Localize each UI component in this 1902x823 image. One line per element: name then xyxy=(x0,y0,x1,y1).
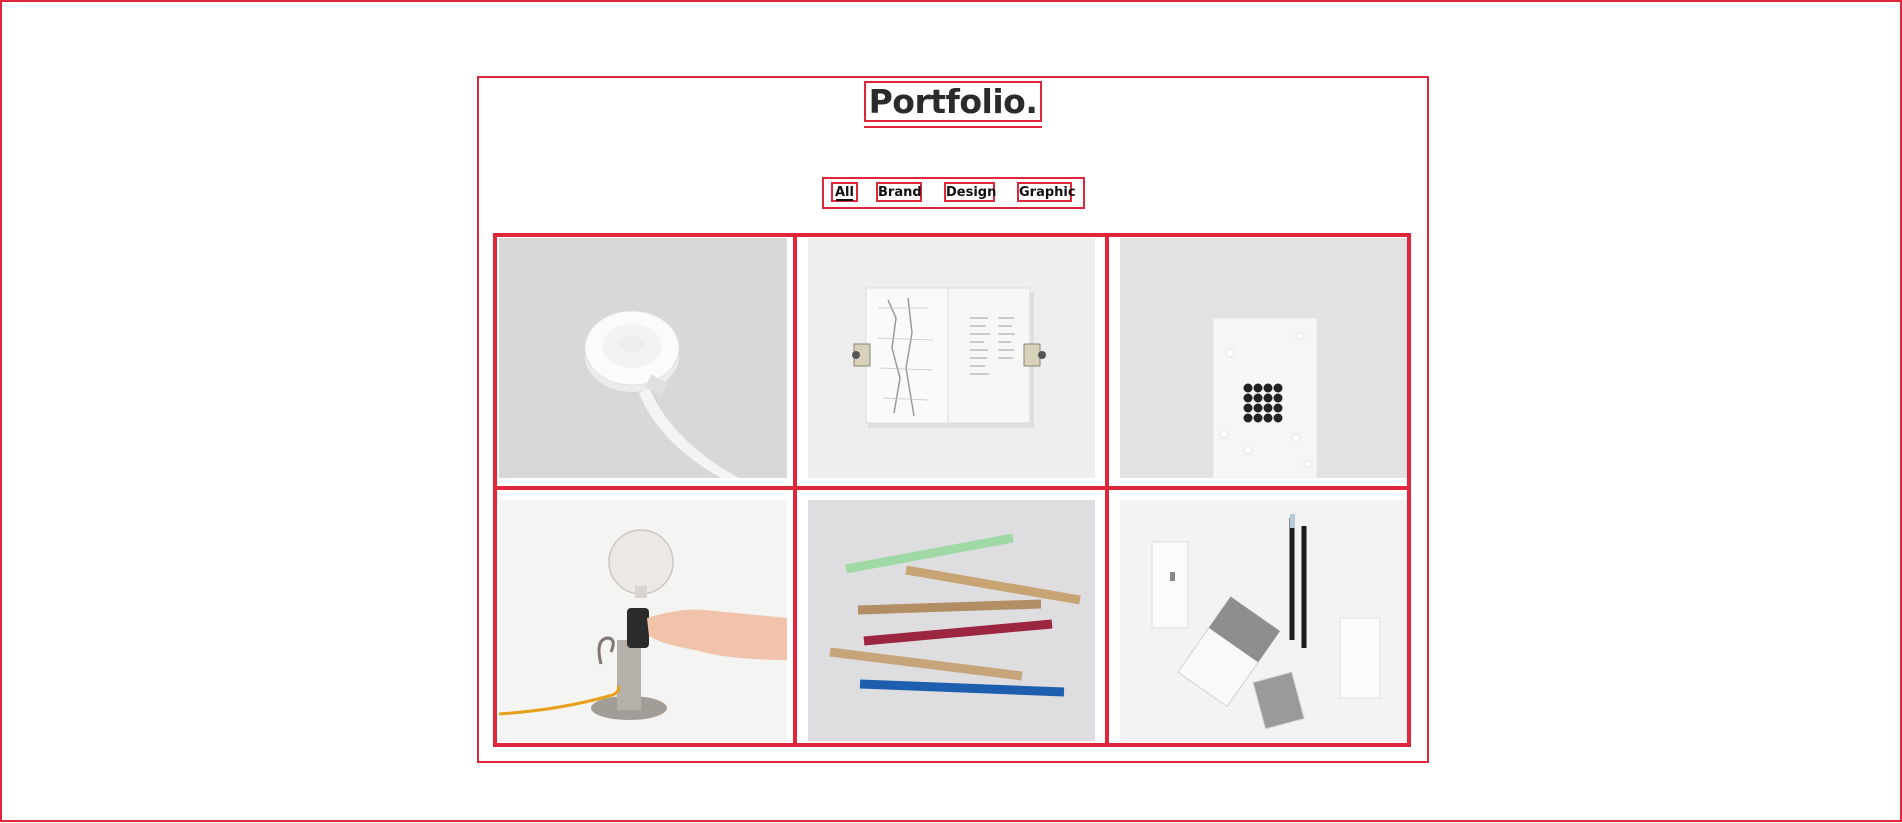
charging-puck-photo xyxy=(499,238,787,478)
open-map-book-photo xyxy=(808,238,1095,478)
portfolio-item[interactable] xyxy=(495,235,795,488)
filter-graphic[interactable]: Graphic xyxy=(1017,182,1076,202)
colored-rulers-photo xyxy=(808,500,1095,741)
portfolio-item[interactable] xyxy=(795,235,1107,488)
portfolio-item[interactable] xyxy=(495,488,795,745)
stationery-set-photo xyxy=(1120,500,1407,741)
page-title-wrapper: Portfolio. xyxy=(864,81,1042,128)
portfolio-item[interactable] xyxy=(1107,488,1409,745)
portfolio-item[interactable] xyxy=(795,488,1107,745)
portfolio-section: Portfolio. All Brand Design Graphic xyxy=(477,76,1429,763)
lamp-hand-photo xyxy=(499,500,787,741)
title-underline xyxy=(864,126,1042,128)
filter-design[interactable]: Design xyxy=(944,182,996,202)
page-title: Portfolio. xyxy=(868,82,1038,121)
dotted-card-photo xyxy=(1120,238,1407,478)
filter-nav: All Brand Design Graphic xyxy=(822,177,1085,209)
portfolio-grid xyxy=(493,233,1411,747)
portfolio-item[interactable] xyxy=(1107,235,1409,488)
filter-all[interactable]: All xyxy=(831,182,858,202)
filter-brand[interactable]: Brand xyxy=(876,182,922,202)
